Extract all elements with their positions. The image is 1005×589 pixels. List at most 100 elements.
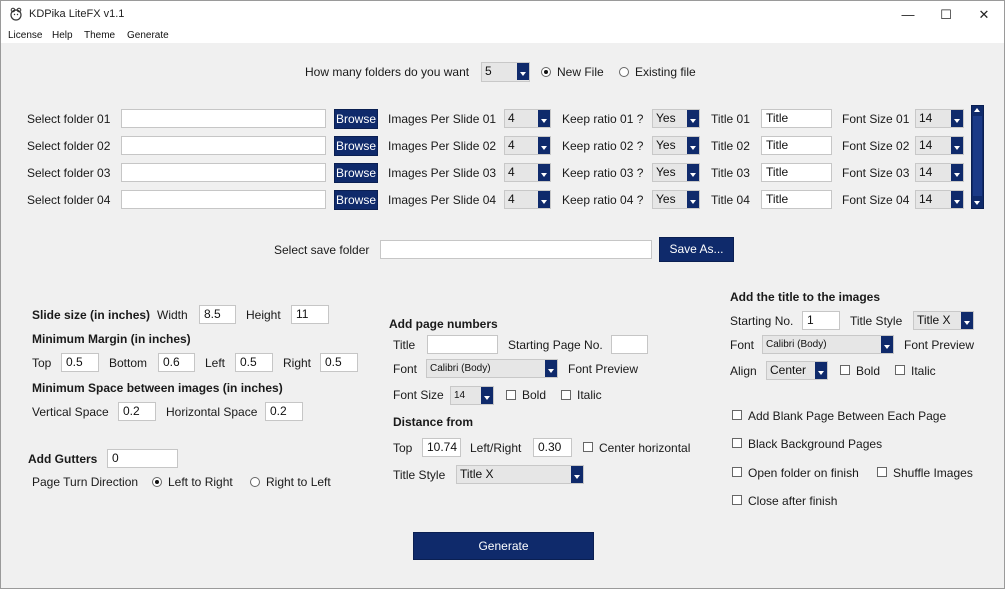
align-select[interactable]: Center (766, 361, 828, 380)
title-bold-checkbox[interactable] (840, 365, 850, 375)
margin-left-input[interactable]: 0.5 (235, 353, 273, 372)
title-font-select[interactable]: Calibri (Body) (762, 335, 894, 354)
font-size-select[interactable]: 14 (915, 136, 964, 155)
font-size-select[interactable]: 14 (915, 190, 964, 209)
margin-bottom-input[interactable]: 0.6 (158, 353, 195, 372)
maximize-button[interactable]: ☐ (927, 1, 965, 29)
starting-page-input[interactable] (611, 335, 648, 354)
open-folder-checkbox[interactable] (732, 467, 742, 477)
page-number-bold-checkbox[interactable] (506, 390, 516, 400)
page-turn-direction-label: Page Turn Direction (32, 475, 139, 489)
slide-size-heading: Slide size (in inches) (32, 308, 151, 322)
title-starting-no-input[interactable]: 1 (802, 311, 840, 330)
page-number-font-label: Font (393, 362, 418, 376)
center-horizontal-checkbox[interactable] (583, 442, 593, 452)
black-background-checkbox[interactable] (732, 438, 742, 448)
vertical-space-label: Vertical Space (32, 405, 109, 419)
width-label: Width (157, 308, 188, 322)
page-number-font-select[interactable]: Calibri (Body) (426, 359, 558, 378)
new-file-radio[interactable] (541, 67, 551, 77)
scroll-down-icon[interactable] (972, 199, 983, 208)
menu-generate[interactable]: Generate (127, 29, 169, 42)
distance-from-heading: Distance from (393, 415, 474, 429)
browse-button[interactable]: Browse (334, 136, 378, 156)
font-size-label: Font Size 04 (842, 193, 910, 207)
close-after-finish-checkbox[interactable] (732, 495, 742, 505)
distance-top-input[interactable]: 10.74 (422, 438, 461, 457)
page-number-bold-label: Bold (522, 388, 547, 402)
keep-ratio-select[interactable]: Yes (652, 163, 700, 182)
page-number-title-style-select[interactable]: Title X (456, 465, 584, 484)
title-italic-label: Italic (911, 364, 936, 378)
images-per-slide-select[interactable]: 4 (504, 190, 551, 209)
page-number-title-style-label: Title Style (393, 468, 446, 482)
title-starting-no-label: Starting No. (730, 314, 794, 328)
title-label: Title 01 (711, 112, 750, 126)
keep-ratio-select[interactable]: Yes (652, 136, 700, 155)
title-input[interactable]: Title (761, 109, 832, 128)
title-input[interactable]: Title (761, 190, 832, 209)
save-folder-input[interactable] (380, 240, 652, 259)
vertical-space-input[interactable]: 0.2 (118, 402, 156, 421)
keep-ratio-label: Keep ratio 04 ? (562, 193, 644, 207)
close-button[interactable]: ✕ (965, 1, 1003, 29)
font-size-select[interactable]: 14 (915, 163, 964, 182)
blank-page-checkbox[interactable] (732, 410, 742, 420)
page-number-italic-checkbox[interactable] (561, 390, 571, 400)
scrollbar-thumb[interactable] (973, 116, 982, 196)
title-input[interactable]: Title (761, 163, 832, 182)
title-italic-checkbox[interactable] (895, 365, 905, 375)
font-size-label: Font Size 03 (842, 166, 910, 180)
left-to-right-radio[interactable] (152, 477, 162, 487)
browse-button[interactable]: Browse (334, 190, 378, 210)
keep-ratio-select[interactable]: Yes (652, 190, 700, 209)
title-input[interactable]: Title (761, 136, 832, 155)
images-per-slide-select[interactable]: 4 (504, 136, 551, 155)
shuffle-images-checkbox[interactable] (877, 467, 887, 477)
browse-button[interactable]: Browse (334, 163, 378, 183)
keep-ratio-select[interactable]: Yes (652, 109, 700, 128)
font-size-select[interactable]: 14 (915, 109, 964, 128)
menu-help[interactable]: Help (52, 29, 73, 42)
page-number-title-style-value: Title X (460, 467, 494, 481)
margin-top-input[interactable]: 0.5 (61, 353, 99, 372)
select-folder-label: Select folder 01 (27, 112, 111, 126)
folders-count-select[interactable]: 5 (481, 62, 530, 82)
folder-path-input[interactable] (121, 163, 326, 182)
shuffle-images-label: Shuffle Images (893, 466, 973, 480)
existing-file-radio[interactable] (619, 67, 629, 77)
folder-path-input[interactable] (121, 190, 326, 209)
folder-path-input[interactable] (121, 109, 326, 128)
menu-theme[interactable]: Theme (84, 29, 115, 42)
gutters-input[interactable]: 0 (107, 449, 178, 468)
menu-license[interactable]: License (8, 29, 42, 42)
chevron-down-icon (538, 137, 550, 154)
scroll-up-icon[interactable] (972, 106, 983, 115)
save-folder-label: Select save folder (274, 243, 370, 257)
title-style-select[interactable]: Title X (913, 311, 974, 330)
horizontal-space-input[interactable]: 0.2 (265, 402, 303, 421)
add-gutters-label: Add Gutters (28, 452, 98, 466)
images-per-slide-select[interactable]: 4 (504, 109, 551, 128)
page-number-title-input[interactable] (427, 335, 498, 354)
margin-right-input[interactable]: 0.5 (320, 353, 358, 372)
save-as-button[interactable]: Save As... (659, 237, 734, 262)
folder-path-input[interactable] (121, 136, 326, 155)
images-per-slide-value: 4 (508, 138, 515, 152)
height-input[interactable]: 11 (291, 305, 329, 324)
minimize-button[interactable]: — (889, 1, 927, 29)
images-per-slide-label: Images Per Slide 03 (388, 166, 497, 180)
images-per-slide-label: Images Per Slide 02 (388, 139, 497, 153)
chevron-down-icon (481, 387, 493, 404)
folder-list-scrollbar[interactable] (971, 105, 984, 209)
generate-button[interactable]: Generate (413, 532, 594, 560)
browse-button[interactable]: Browse (334, 109, 378, 129)
images-per-slide-select[interactable]: 4 (504, 163, 551, 182)
page-number-size-select[interactable]: 14 (450, 386, 494, 405)
min-margin-heading: Minimum Margin (in inches) (32, 332, 191, 346)
right-to-left-radio[interactable] (250, 477, 260, 487)
width-input[interactable]: 8.5 (199, 305, 236, 324)
distance-left-right-input[interactable]: 0.30 (533, 438, 572, 457)
font-size-value: 14 (919, 192, 933, 206)
title-bar: KDPika LiteFX v1.1 — ☐ ✕ (1, 1, 1004, 29)
